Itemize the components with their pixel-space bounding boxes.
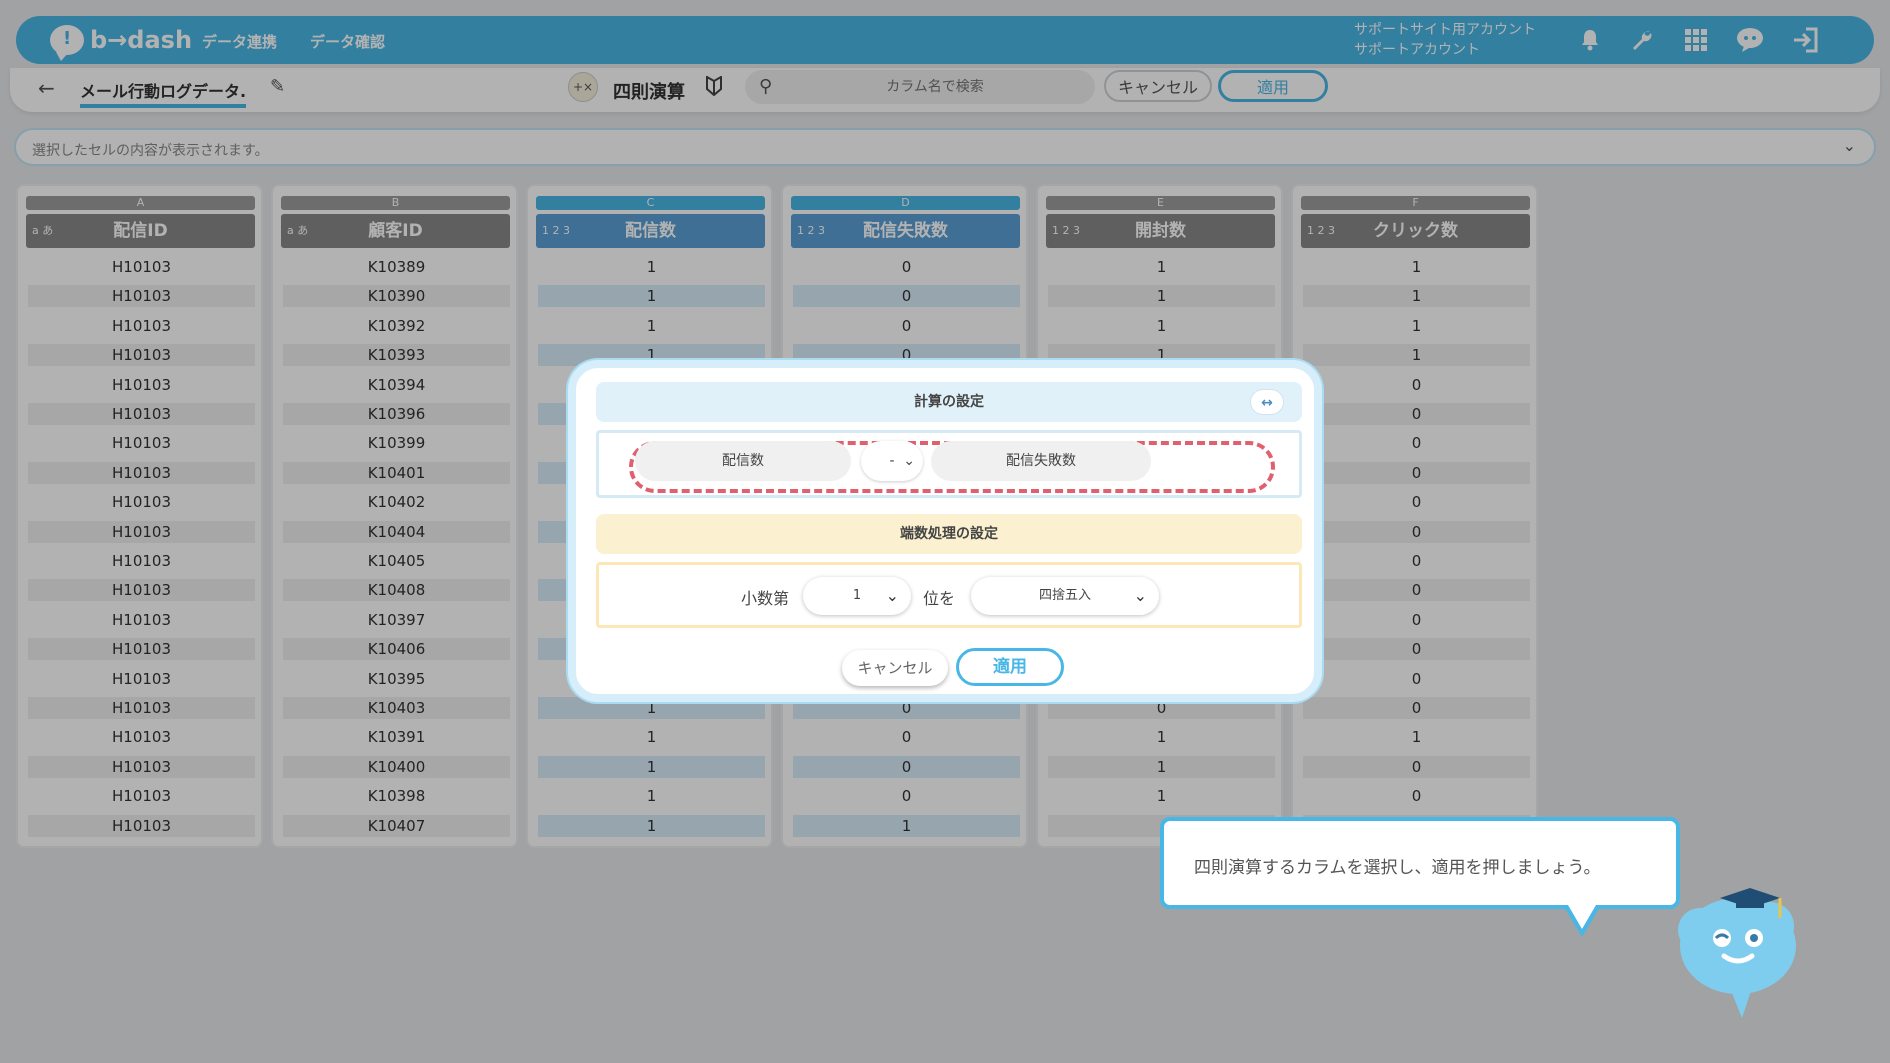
dialog-apply-button[interactable]: 適用	[956, 648, 1064, 686]
rounding-settings-box: 小数第 1 ⌄ 位を 四捨五入 ⌄	[596, 562, 1302, 628]
calc-settings-header: 計算の設定 ↔	[596, 382, 1302, 422]
chevron-down-icon: ⌄	[1133, 586, 1147, 605]
guide-tooltip-text: 四則演算するカラムを選択し、適用を押しましょう。	[1194, 858, 1601, 878]
swap-operands-icon[interactable]: ↔	[1250, 389, 1284, 415]
chevron-down-icon: ⌄	[903, 453, 915, 469]
calc-settings-title: 計算の設定	[914, 394, 984, 410]
rounding-method-value: 四捨五入	[1038, 588, 1091, 603]
chevron-down-icon: ⌄	[885, 586, 899, 605]
rounding-settings-header: 端数処理の設定	[596, 514, 1302, 554]
arithmetic-settings-dialog: 計算の設定 ↔ 配信数 - ⌄ 配信失敗数 端数処理の設定 小数第 1 ⌄ 位を…	[568, 360, 1322, 702]
decimal-prefix-label: 小数第	[741, 589, 790, 608]
right-operand-select[interactable]: 配信失敗数	[931, 441, 1151, 481]
operator-value: -	[889, 453, 895, 469]
tooltip-tail-inner	[1568, 905, 1596, 929]
guide-tooltip: 四則演算するカラムを選択し、適用を押しましょう。	[1160, 817, 1680, 937]
rounding-method-select[interactable]: 四捨五入 ⌄	[971, 577, 1159, 615]
operator-select[interactable]: - ⌄	[861, 441, 923, 481]
calc-expression-box: 配信数 - ⌄ 配信失敗数	[596, 430, 1302, 498]
left-operand-select[interactable]: 配信数	[635, 441, 851, 481]
dialog-cancel-button[interactable]: キャンセル	[842, 650, 948, 686]
decimal-suffix-label: 位を	[923, 589, 956, 608]
decimal-place-value: 1	[852, 588, 862, 603]
brain-mascot-icon	[1670, 880, 1810, 1020]
decimal-place-select[interactable]: 1 ⌄	[803, 577, 911, 615]
app-page: ! b→dash データ連携 データ確認 サポートサイト用アカウント サポートア…	[0, 0, 1890, 1063]
